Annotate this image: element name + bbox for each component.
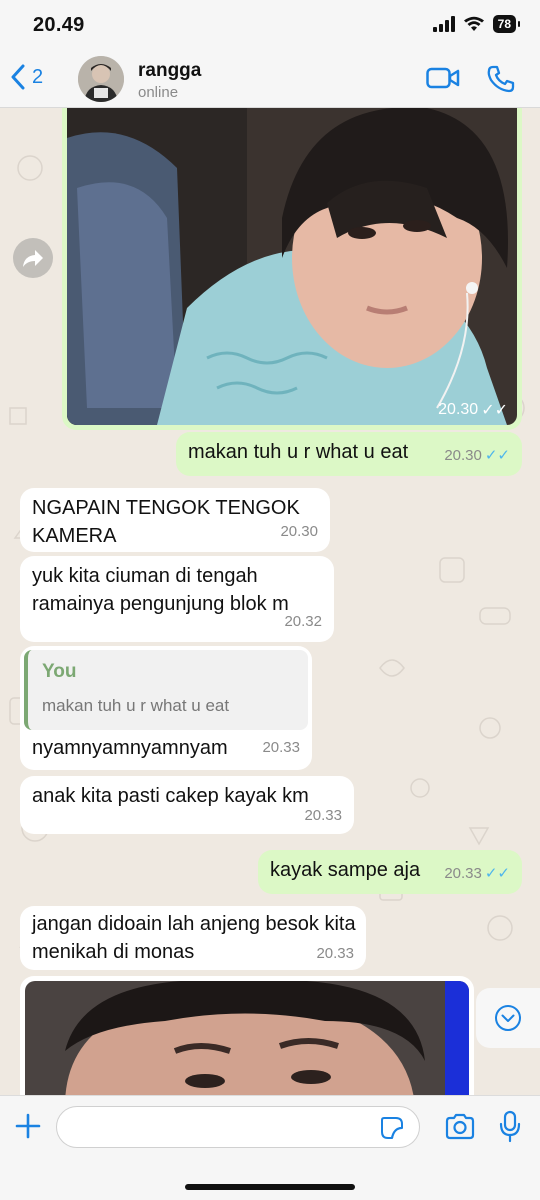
outgoing-photo-message[interactable]: 20.30 ✓✓ <box>62 108 522 430</box>
message-text: anak kita pasti cakep kayak km <box>32 785 309 807</box>
forward-button[interactable] <box>13 238 53 278</box>
video-call-button[interactable] <box>426 66 460 95</box>
message-time: 20.33 <box>304 807 342 824</box>
message-input[interactable] <box>56 1106 420 1148</box>
incoming-message[interactable]: yuk kita ciuman di tengah ramainya pengu… <box>20 556 334 642</box>
attach-button[interactable] <box>14 1112 42 1145</box>
scroll-to-bottom-button[interactable] <box>476 988 540 1048</box>
contact-status: online <box>138 84 179 101</box>
chevron-left-icon <box>11 64 25 90</box>
quoted-author: You <box>42 661 77 682</box>
message-meta: 20.30 ✓✓ <box>438 400 508 420</box>
voice-message-button[interactable] <box>498 1110 522 1149</box>
message-time: 20.32 <box>284 613 322 630</box>
microphone-icon <box>499 1110 521 1143</box>
back-button[interactable]: 2 <box>10 64 43 90</box>
message-time: 20.30 <box>280 523 318 540</box>
forward-arrow-icon <box>23 250 43 267</box>
outgoing-message[interactable]: kayak sampe aja 20.33 ✓✓ <box>258 850 522 894</box>
photo[interactable] <box>25 981 469 1095</box>
incoming-photo-message[interactable] <box>20 976 474 1095</box>
message-meta: 20.33 <box>316 940 354 968</box>
contact-name[interactable]: rangga <box>138 60 201 82</box>
message-time: 20.30 <box>438 401 479 418</box>
quoted-text: makan tuh u r what u eat <box>42 696 230 715</box>
message-text: nyamnyamnyamnyam <box>32 737 228 759</box>
message-time: 20.30 <box>444 447 482 464</box>
phone-icon <box>487 65 515 93</box>
incoming-message[interactable]: anak kita pasti cakep kayak km 20.33 <box>20 776 354 834</box>
sticker-icon <box>381 1117 403 1139</box>
read-receipt-icon: ✓✓ <box>481 402 508 419</box>
message-meta: 20.33 <box>262 734 300 762</box>
composer-bar <box>0 1095 540 1200</box>
chat-area[interactable]: 20.30 ✓✓ makan tuh u r what u eat 20.30 … <box>0 108 540 1095</box>
message-meta: 20.33 <box>304 802 342 830</box>
chat-header: 2 rangga online <box>0 52 540 108</box>
message-meta: 20.30 ✓✓ <box>444 442 510 470</box>
quoted-message[interactable]: You makan tuh u r what u eat <box>24 650 308 730</box>
unread-count: 2 <box>32 65 44 88</box>
message-text: kayak sampe aja <box>270 859 421 881</box>
sticker-button[interactable] <box>380 1116 404 1145</box>
avatar[interactable] <box>78 56 124 102</box>
incoming-message[interactable]: NGAPAIN TENGOK TENGOK KAMERA 20.30 <box>20 488 330 552</box>
battery-indicator: 78 <box>492 15 521 33</box>
chevron-down-icon <box>495 1005 521 1031</box>
incoming-message[interactable]: jangan didoain lah anjeng besok kita men… <box>20 906 366 970</box>
plus-icon <box>15 1113 41 1139</box>
message-text: makan tuh u r what u eat <box>188 441 409 463</box>
camera-button[interactable] <box>444 1113 476 1146</box>
read-receipt-icon: ✓✓ <box>484 865 510 882</box>
voice-call-button[interactable] <box>486 64 516 99</box>
read-receipt-icon: ✓✓ <box>484 447 510 464</box>
status-bar: 20.49 78 <box>0 0 540 52</box>
photo[interactable] <box>67 108 517 425</box>
status-icons: 78 <box>432 15 521 33</box>
camera-icon <box>445 1113 475 1140</box>
video-camera-icon <box>426 67 460 89</box>
incoming-reply-message[interactable]: You makan tuh u r what u eat nyamnyamnya… <box>20 646 312 770</box>
signal-icon <box>432 16 455 32</box>
wifi-icon <box>463 16 484 31</box>
message-time: 20.33 <box>262 739 300 756</box>
message-time: 20.33 <box>444 865 482 882</box>
home-indicator[interactable] <box>185 1184 355 1190</box>
message-meta: 20.33 ✓✓ <box>444 860 510 888</box>
message-meta: 20.32 <box>284 608 322 636</box>
message-meta: 20.30 <box>280 518 318 546</box>
message-time: 20.33 <box>316 945 354 962</box>
outgoing-message[interactable]: makan tuh u r what u eat 20.30 ✓✓ <box>176 432 522 476</box>
status-time: 20.49 <box>33 14 85 36</box>
